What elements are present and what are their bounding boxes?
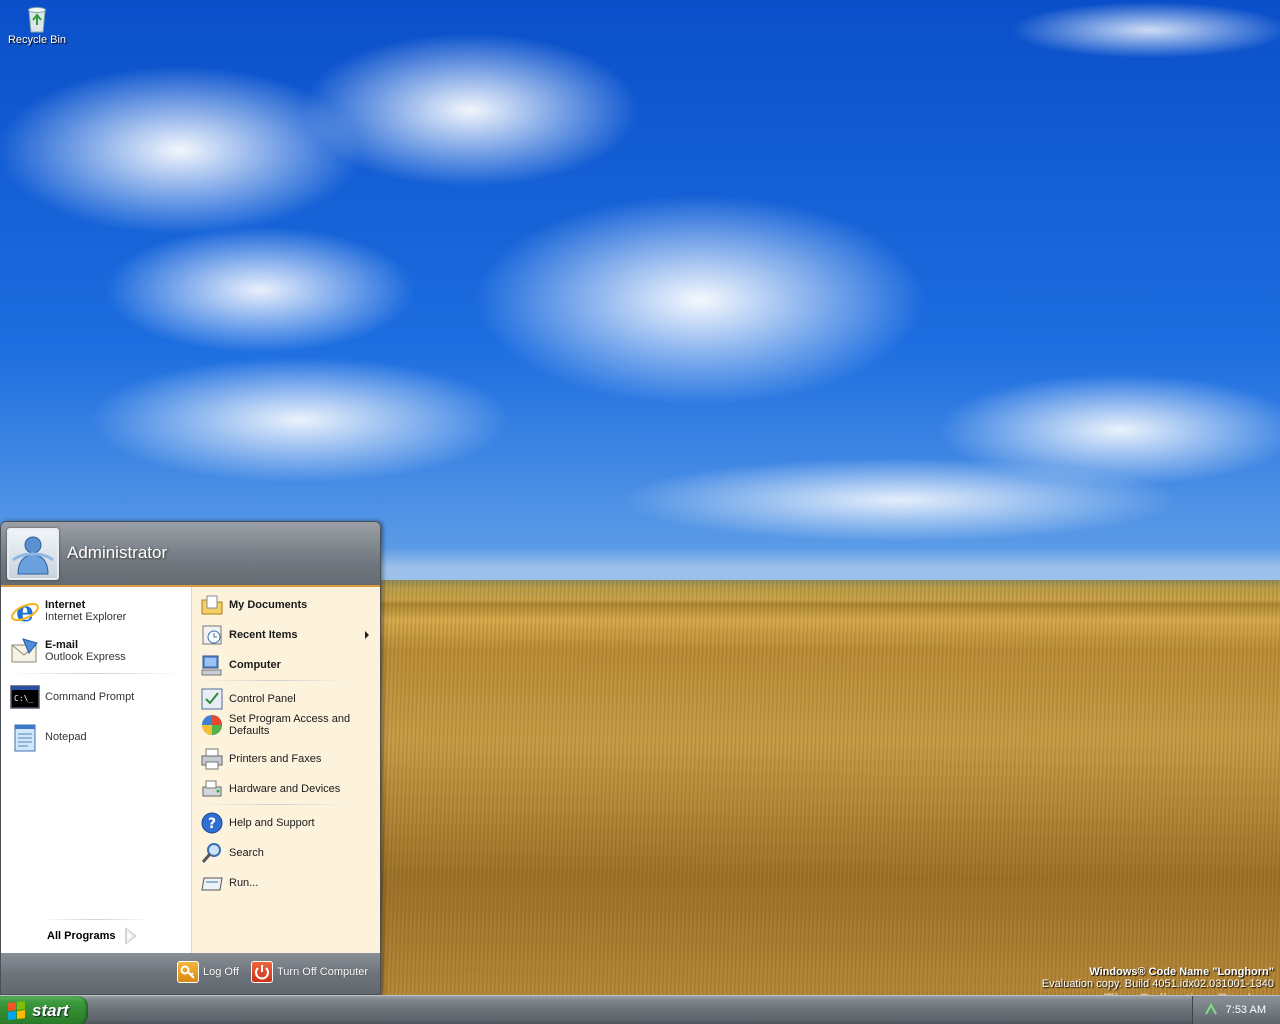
recent-notepad-label: Notepad — [45, 731, 87, 743]
pinned-separator — [9, 673, 183, 674]
internet-explorer-icon: e — [9, 595, 41, 628]
command-prompt-icon: C:\_ — [9, 681, 41, 713]
recent-items-icon — [200, 623, 224, 647]
recent-command-prompt[interactable]: C:\_ Command Prompt — [9, 681, 134, 713]
recycle-bin-icon — [21, 2, 53, 34]
settings-hardware-devices-label: Hardware and Devices — [229, 783, 341, 795]
settings-printers-faxes-label: Printers and Faxes — [229, 753, 322, 765]
place-recent-items-label: Recent Items — [229, 629, 298, 641]
power-icon — [251, 961, 273, 983]
taskbar: start 7:53 AM — [0, 995, 1280, 1024]
desktop-icon-label: Recycle Bin — [7, 34, 67, 46]
pinned-email[interactable]: E-mail Outlook Express — [9, 635, 126, 667]
all-programs-label: All Programs — [47, 930, 116, 942]
settings-program-defaults-label: Set Program Access and Defaults — [229, 713, 351, 737]
run-icon — [200, 871, 224, 895]
pinned-email-subtitle: Outlook Express — [45, 651, 126, 663]
key-icon — [177, 961, 199, 983]
pinned-internet[interactable]: e Internet Internet Explorer — [9, 595, 127, 628]
search-icon — [200, 841, 224, 865]
pinned-internet-subtitle: Internet Explorer — [45, 611, 127, 623]
computer-icon — [200, 653, 224, 677]
system-search-label: Search — [229, 847, 264, 859]
system-run[interactable]: Run... — [200, 871, 375, 895]
program-defaults-icon — [200, 713, 224, 737]
turn-off-button[interactable]: Turn Off Computer — [251, 961, 368, 983]
arrow-right-icon — [123, 927, 138, 945]
start-label: start — [32, 1000, 69, 1020]
place-computer-label: Computer — [229, 659, 281, 671]
place-my-documents-label: My Documents — [229, 599, 308, 611]
my-documents-icon — [200, 593, 224, 617]
clock[interactable]: 7:53 AM — [1226, 1004, 1266, 1016]
start-menu-left-pane: e Internet Internet Explorer E-mail Outl… — [1, 587, 191, 953]
start-menu-header: Administrator — [1, 522, 380, 587]
place-computer[interactable]: Computer — [200, 653, 375, 677]
log-off-button[interactable]: Log Off — [177, 961, 239, 983]
system-search[interactable]: Search — [200, 841, 375, 865]
settings-printers-faxes[interactable]: Printers and Faxes — [200, 747, 375, 771]
svg-text:?: ? — [208, 816, 216, 832]
build-watermark: Windows® Code Name "Longhorn" Evaluation… — [1042, 966, 1274, 990]
start-menu-footer: Log Off Turn Off Computer — [1, 953, 380, 994]
watermark-line-1: Windows® Code Name "Longhorn" — [1089, 966, 1274, 978]
system-run-label: Run... — [229, 877, 259, 889]
system-help-support[interactable]: ? Help and Support — [200, 811, 375, 835]
system-help-support-label: Help and Support — [229, 817, 315, 829]
svg-text:C:\_: C:\_ — [14, 694, 33, 703]
recent-notepad[interactable]: Notepad — [9, 721, 87, 753]
printer-icon — [200, 747, 224, 771]
settings-control-panel-label: Control Panel — [229, 693, 296, 705]
system-tray: 7:53 AM — [1192, 996, 1280, 1024]
help-icon: ? — [200, 811, 224, 835]
settings-separator — [200, 804, 350, 805]
user-avatar-icon[interactable] — [7, 528, 59, 580]
start-menu-right-pane: My Documents Recent Items Computer Contr… — [191, 587, 380, 953]
recent-command-prompt-label: Command Prompt — [45, 691, 135, 703]
notepad-icon — [9, 721, 41, 753]
settings-control-panel[interactable]: Control Panel — [200, 687, 375, 711]
places-separator — [200, 680, 350, 681]
svg-text:e: e — [16, 595, 34, 627]
place-recent-items[interactable]: Recent Items — [200, 623, 375, 647]
log-off-label: Log Off — [203, 966, 239, 978]
user-name: Administrator — [67, 543, 168, 562]
windows-logo-icon — [8, 1000, 26, 1021]
network-icon[interactable] — [1204, 1002, 1218, 1019]
start-menu: Administrator e Internet Internet Explor… — [0, 521, 381, 995]
start-button[interactable]: start — [0, 996, 88, 1024]
place-my-documents[interactable]: My Documents — [200, 593, 375, 617]
watermark-line-2: Evaluation copy. Build 4051.idx02.031001… — [1041, 978, 1274, 990]
turn-off-label: Turn Off Computer — [277, 966, 369, 978]
settings-hardware-devices[interactable]: Hardware and Devices — [200, 777, 375, 801]
outlook-express-icon — [9, 635, 41, 667]
pinned-internet-title: Internet — [45, 599, 86, 611]
hardware-icon — [200, 777, 224, 801]
pinned-email-title: E-mail — [45, 639, 79, 651]
all-programs-separator — [41, 919, 151, 920]
control-panel-icon — [200, 687, 224, 711]
desktop-icon-recycle-bin[interactable]: Recycle Bin — [4, 2, 70, 46]
settings-program-defaults[interactable]: Set Program Access and Defaults — [200, 713, 375, 737]
submenu-arrow-icon — [365, 631, 369, 639]
all-programs-button[interactable]: All Programs — [47, 927, 138, 945]
